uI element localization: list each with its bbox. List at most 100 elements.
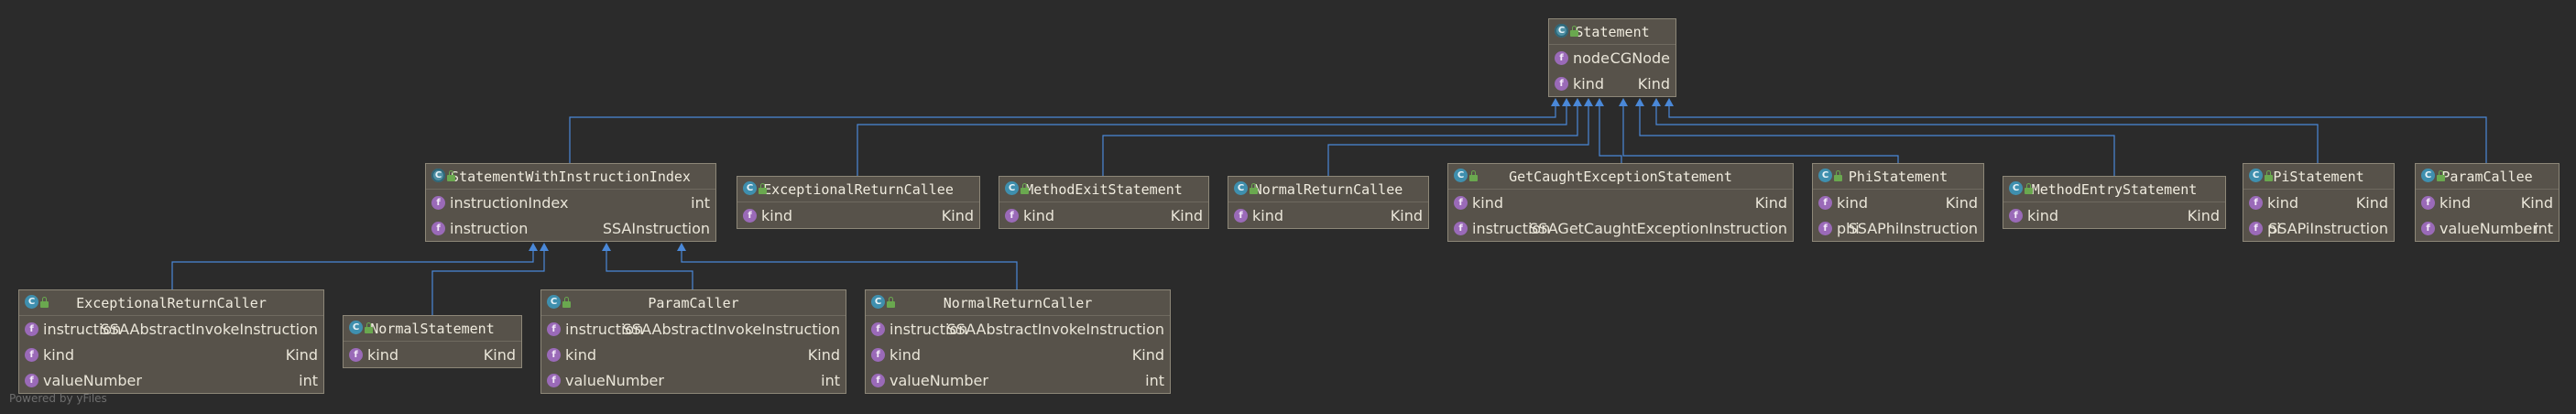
class-header: C PhiStatement <box>1813 164 1983 190</box>
inheritance-line-pi-statement <box>1655 105 2319 163</box>
field-row: f valueNumber int <box>866 367 1170 393</box>
field-icon: f <box>1005 209 1019 223</box>
field-name: kind <box>2267 194 2299 212</box>
class-box-exceptional-return-callee[interactable]: C ExceptionalReturnCallee f kind Kind <box>737 176 980 229</box>
class-icon: C <box>743 181 767 195</box>
class-box-pi-statement[interactable]: C PiStatement f kind Kind f pi SSAPiInstruction <box>2243 163 2395 242</box>
field-type: Kind <box>285 346 318 364</box>
field-row: f kind Kind <box>2243 190 2394 215</box>
field-icon: f <box>2009 209 2023 223</box>
lock-icon <box>40 296 49 308</box>
class-box-get-caught-exception-statement[interactable]: C GetCaughtExceptionStatement f kind Kind f in… <box>1447 163 1794 242</box>
class-box-normal-return-caller[interactable]: C NormalReturnCaller f instruction SSAAbstra… <box>865 289 1171 394</box>
lock-icon <box>759 182 767 194</box>
field-icon: f <box>431 196 445 210</box>
field-row: f valueNumber int <box>19 367 323 393</box>
field-name: kind <box>2440 194 2472 212</box>
field-type: Kind <box>1131 346 1164 364</box>
field-icon: f <box>1234 209 1248 223</box>
field-icon: f <box>1454 222 1468 235</box>
field-type: Kind <box>1390 207 1423 224</box>
class-box-statement[interactable]: C Statement f node CGNode f kind Kind <box>1548 18 1676 97</box>
field-name: kind <box>43 346 75 364</box>
field-icon: f <box>2421 196 2435 210</box>
field-icon: f <box>547 374 561 387</box>
class-header: C MethodExitStatement <box>999 177 1208 202</box>
field-row: f valueNumber int <box>541 367 846 393</box>
field-type: Kind <box>1637 75 1670 93</box>
class-box-normal-statement[interactable]: C NormalStatement f kind Kind <box>343 315 522 368</box>
class-header: C NormalReturnCaller <box>866 290 1170 316</box>
class-box-statement-with-instruction-index[interactable]: C StatementWithInstructionIndex f instructi… <box>425 163 716 242</box>
field-row: f instruction SSAAbstractInvokeInstruction <box>19 316 323 342</box>
field-type: int <box>299 372 318 389</box>
field-icon: f <box>1818 196 1832 210</box>
class-name: ExceptionalReturnCaller <box>76 294 267 311</box>
lock-icon <box>1250 182 1258 194</box>
field-type: int <box>1145 372 1164 389</box>
inheritance-arrow-exceptional-return-callee <box>1562 98 1571 106</box>
class-name: MethodEntryStatement <box>2031 180 2198 198</box>
class-name: StatementWithInstructionIndex <box>451 168 691 185</box>
class-name: ExceptionalReturnCallee <box>763 180 954 198</box>
class-icon: C <box>1005 181 1029 195</box>
field-name: kind <box>1023 207 1055 224</box>
field-icon: f <box>1818 222 1832 235</box>
field-name: kind <box>1573 75 1605 93</box>
field-type: Kind <box>807 346 840 364</box>
field-icon: f <box>743 209 757 223</box>
class-name: GetCaughtExceptionStatement <box>1509 168 1732 185</box>
inheritance-arrow-phi-statement <box>1619 98 1628 106</box>
field-icon: f <box>1555 77 1568 91</box>
class-header: C StatementWithInstructionIndex <box>426 164 715 190</box>
field-icon: f <box>25 374 38 387</box>
field-name: valueNumber <box>565 372 664 389</box>
inheritance-line-exceptional-return-caller <box>171 250 534 289</box>
field-row: f kind Kind <box>1813 190 1983 215</box>
field-type: Kind <box>483 346 516 364</box>
inheritance-arrow-normal-return-caller <box>677 243 686 251</box>
field-row: f valueNumber int <box>2416 215 2559 241</box>
field-row: f kind Kind <box>2003 202 2225 228</box>
field-icon: f <box>547 348 561 362</box>
inheritance-arrow-method-exit-statement <box>1573 98 1582 106</box>
class-box-param-caller[interactable]: C ParamCaller f instruction SSAAbstractInvok… <box>540 289 846 394</box>
class-box-exceptional-return-caller[interactable]: C ExceptionalReturnCaller f instruction SSAA… <box>18 289 324 394</box>
class-name: NormalReturnCallee <box>1253 180 1403 198</box>
class-header: C ParamCaller <box>541 290 846 316</box>
class-box-normal-return-callee[interactable]: C NormalReturnCallee f kind Kind <box>1228 176 1429 229</box>
field-icon: f <box>871 322 885 336</box>
class-box-method-entry-statement[interactable]: C MethodEntryStatement f kind Kind <box>2003 176 2226 229</box>
class-box-phi-statement[interactable]: C PhiStatement f kind Kind f phi SSAPhiInstruct… <box>1812 163 1984 242</box>
field-type: SSAGetCaughtExceptionInstruction <box>1529 220 1787 237</box>
field-name: kind <box>2027 207 2059 224</box>
lock-icon <box>2025 182 2033 194</box>
inheritance-line-normal-return-caller <box>681 250 1018 289</box>
class-icon: C <box>871 295 895 309</box>
field-row: f kind Kind <box>1448 190 1793 215</box>
field-name: valueNumber <box>2440 220 2538 237</box>
abstract-class-icon: C <box>1555 24 1578 38</box>
inheritance-arrow-statement-with-instruction-index <box>1551 98 1560 106</box>
inheritance-line-param-callee <box>1668 105 2487 163</box>
class-box-method-exit-statement[interactable]: C MethodExitStatement f kind Kind <box>999 176 1209 229</box>
field-type: CGNode <box>1610 49 1670 67</box>
field-row: f instruction SSAGetCaughtExceptionInstruc… <box>1448 215 1793 241</box>
field-type: int <box>2534 220 2553 237</box>
field-name: kind <box>761 207 793 224</box>
field-name: valueNumber <box>890 372 988 389</box>
class-box-param-callee[interactable]: C ParamCallee f kind Kind f valueNumber int <box>2415 163 2560 242</box>
class-name: NormalStatement <box>370 320 495 337</box>
lock-icon <box>1834 169 1842 181</box>
field-icon: f <box>2249 196 2263 210</box>
field-icon: f <box>2249 222 2263 235</box>
inheritance-arrow-get-caught-exception-statement <box>1595 98 1604 106</box>
field-icon: f <box>1454 196 1468 210</box>
class-icon: C <box>25 295 49 309</box>
lock-icon <box>365 321 373 333</box>
field-row: f kind Kind <box>1549 71 1675 96</box>
field-row: f kind Kind <box>2416 190 2559 215</box>
class-header: C ExceptionalReturnCaller <box>19 290 323 316</box>
lock-icon <box>562 296 571 308</box>
class-name: ParamCallee <box>2441 168 2533 185</box>
